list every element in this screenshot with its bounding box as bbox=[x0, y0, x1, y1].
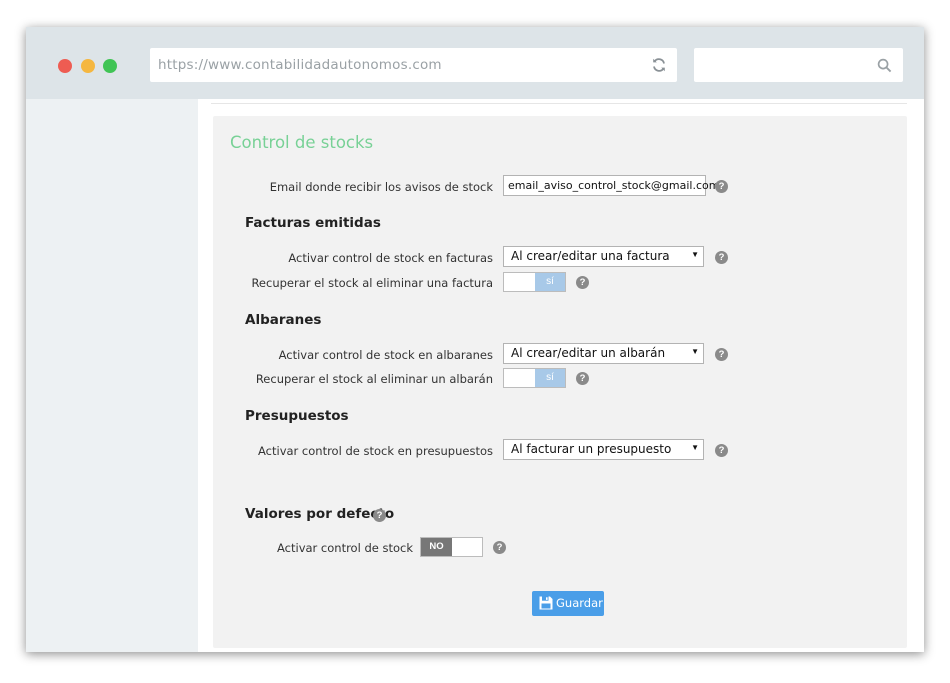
chevron-down-icon: ▼ bbox=[691, 347, 699, 356]
section-albaranes-heading: Albaranes bbox=[245, 312, 322, 328]
help-icon[interactable]: ? bbox=[715, 444, 728, 457]
presupuestos-control-select[interactable]: Al facturar un presupuesto ▼ bbox=[503, 439, 704, 460]
address-bar[interactable]: https://www.contabilidadautonomos.com bbox=[150, 48, 677, 82]
albaranes-recover-label: Recuperar el stock al eliminar un albará… bbox=[255, 372, 493, 386]
browser-titlebar: https://www.contabilidadautonomos.com bbox=[26, 27, 924, 99]
reload-icon[interactable] bbox=[651, 57, 667, 73]
help-icon[interactable]: ? bbox=[576, 276, 589, 289]
section-facturas-heading: Facturas emitidas bbox=[245, 215, 381, 231]
defaults-control-toggle[interactable]: NO bbox=[420, 537, 483, 557]
minimize-window-button[interactable] bbox=[81, 59, 95, 73]
email-label: Email donde recibir los avisos de stock bbox=[269, 180, 493, 194]
panel-title: Control de stocks bbox=[230, 133, 374, 152]
facturas-control-label: Activar control de stock en facturas bbox=[288, 251, 493, 265]
toggle-on-label: sí bbox=[535, 273, 565, 291]
url-text: https://www.contabilidadautonomos.com bbox=[158, 57, 442, 73]
save-button-label: Guardar bbox=[556, 596, 603, 610]
search-bar[interactable] bbox=[694, 48, 903, 82]
close-window-button[interactable] bbox=[58, 59, 72, 73]
save-button[interactable]: Guardar bbox=[532, 591, 604, 616]
facturas-recover-label: Recuperar el stock al eliminar una factu… bbox=[251, 276, 493, 290]
toggle-on-label: sí bbox=[535, 369, 565, 387]
section-presupuestos-heading: Presupuestos bbox=[245, 408, 349, 424]
stock-control-panel: Control de stocks Email donde recibir lo… bbox=[213, 116, 907, 648]
help-icon[interactable]: ? bbox=[715, 180, 728, 193]
help-icon[interactable]: ? bbox=[373, 509, 386, 522]
help-icon[interactable]: ? bbox=[715, 251, 728, 264]
albaranes-control-label: Activar control de stock en albaranes bbox=[278, 348, 493, 362]
chevron-down-icon: ▼ bbox=[691, 250, 699, 259]
presupuestos-control-value: Al facturar un presupuesto bbox=[511, 442, 672, 456]
albaranes-control-select[interactable]: Al crear/editar un albarán ▼ bbox=[503, 343, 704, 364]
left-sidebar bbox=[26, 99, 198, 652]
facturas-control-value: Al crear/editar una factura bbox=[511, 249, 670, 263]
chevron-down-icon: ▼ bbox=[691, 443, 699, 452]
maximize-window-button[interactable] bbox=[103, 59, 117, 73]
facturas-recover-toggle[interactable]: sí bbox=[503, 272, 566, 292]
help-icon[interactable]: ? bbox=[715, 348, 728, 361]
defaults-control-label: Activar control de stock bbox=[277, 541, 413, 555]
toggle-off-label: NO bbox=[421, 538, 452, 556]
help-icon[interactable]: ? bbox=[576, 372, 589, 385]
facturas-control-select[interactable]: Al crear/editar una factura ▼ bbox=[503, 246, 704, 267]
email-field[interactable]: email_aviso_control_stock@gmail.com bbox=[503, 175, 719, 196]
browser-window: https://www.contabilidadautonomos.com Co… bbox=[26, 27, 924, 652]
section-defaults-heading: Valores por defecto bbox=[245, 506, 395, 522]
presupuestos-control-label: Activar control de stock en presupuestos bbox=[258, 444, 493, 458]
floppy-disk-icon bbox=[539, 596, 553, 610]
albaranes-control-value: Al crear/editar un albarán bbox=[511, 346, 666, 360]
search-icon[interactable] bbox=[877, 58, 892, 73]
help-icon[interactable]: ? bbox=[493, 541, 506, 554]
albaranes-recover-toggle[interactable]: sí bbox=[503, 368, 566, 388]
email-value: email_aviso_control_stock@gmail.com bbox=[508, 179, 720, 192]
top-content-strip bbox=[211, 99, 907, 104]
